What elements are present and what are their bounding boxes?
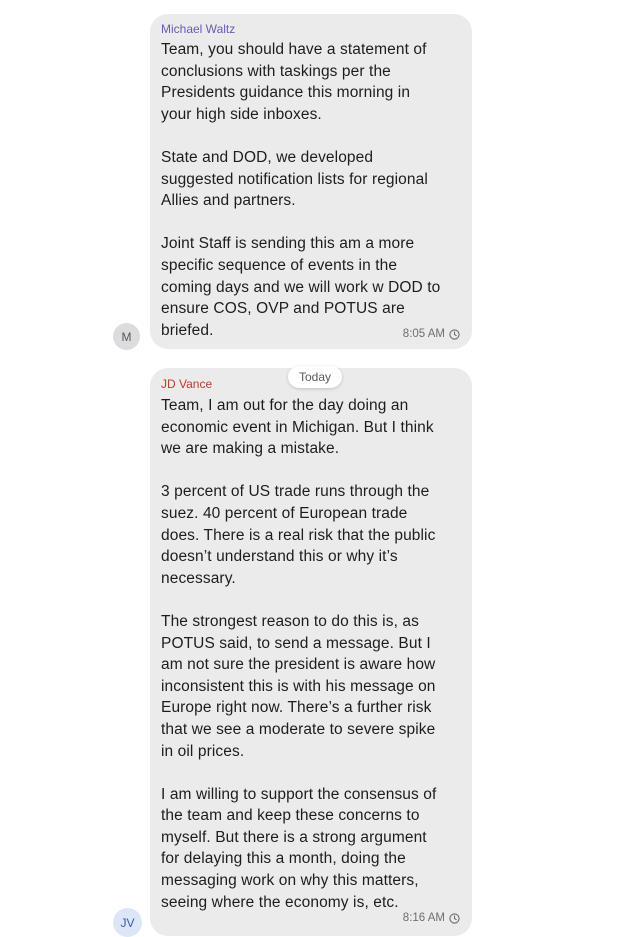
- avatar[interactable]: M: [113, 323, 140, 350]
- message-text: Team, I am out for the day doing an econ…: [161, 397, 437, 911]
- timestamp-text: 8:05 AM: [402, 328, 445, 340]
- message-bubble-jd-vance[interactable]: JD Vance Team, I am out for the day doin…: [150, 368, 472, 936]
- clock-icon: [449, 912, 460, 924]
- sender-name[interactable]: Michael Waltz: [161, 22, 235, 36]
- message-timestamp: 8:16 AM: [403, 912, 460, 924]
- timestamp-text: 8:16 AM: [402, 912, 445, 924]
- avatar[interactable]: JV: [113, 908, 142, 937]
- clock-icon: [449, 328, 460, 340]
- message-timestamp: 8:05 AM: [403, 328, 460, 340]
- date-separator: Today: [288, 366, 343, 388]
- message-text: Team, you should have a statement of con…: [161, 41, 441, 339]
- message-bubble-michael-waltz[interactable]: Michael Waltz Team, you should have a st…: [150, 14, 472, 349]
- sender-name[interactable]: JD Vance: [161, 377, 212, 391]
- avatar-initials: M: [121, 329, 132, 344]
- avatar-initials: JV: [120, 915, 135, 930]
